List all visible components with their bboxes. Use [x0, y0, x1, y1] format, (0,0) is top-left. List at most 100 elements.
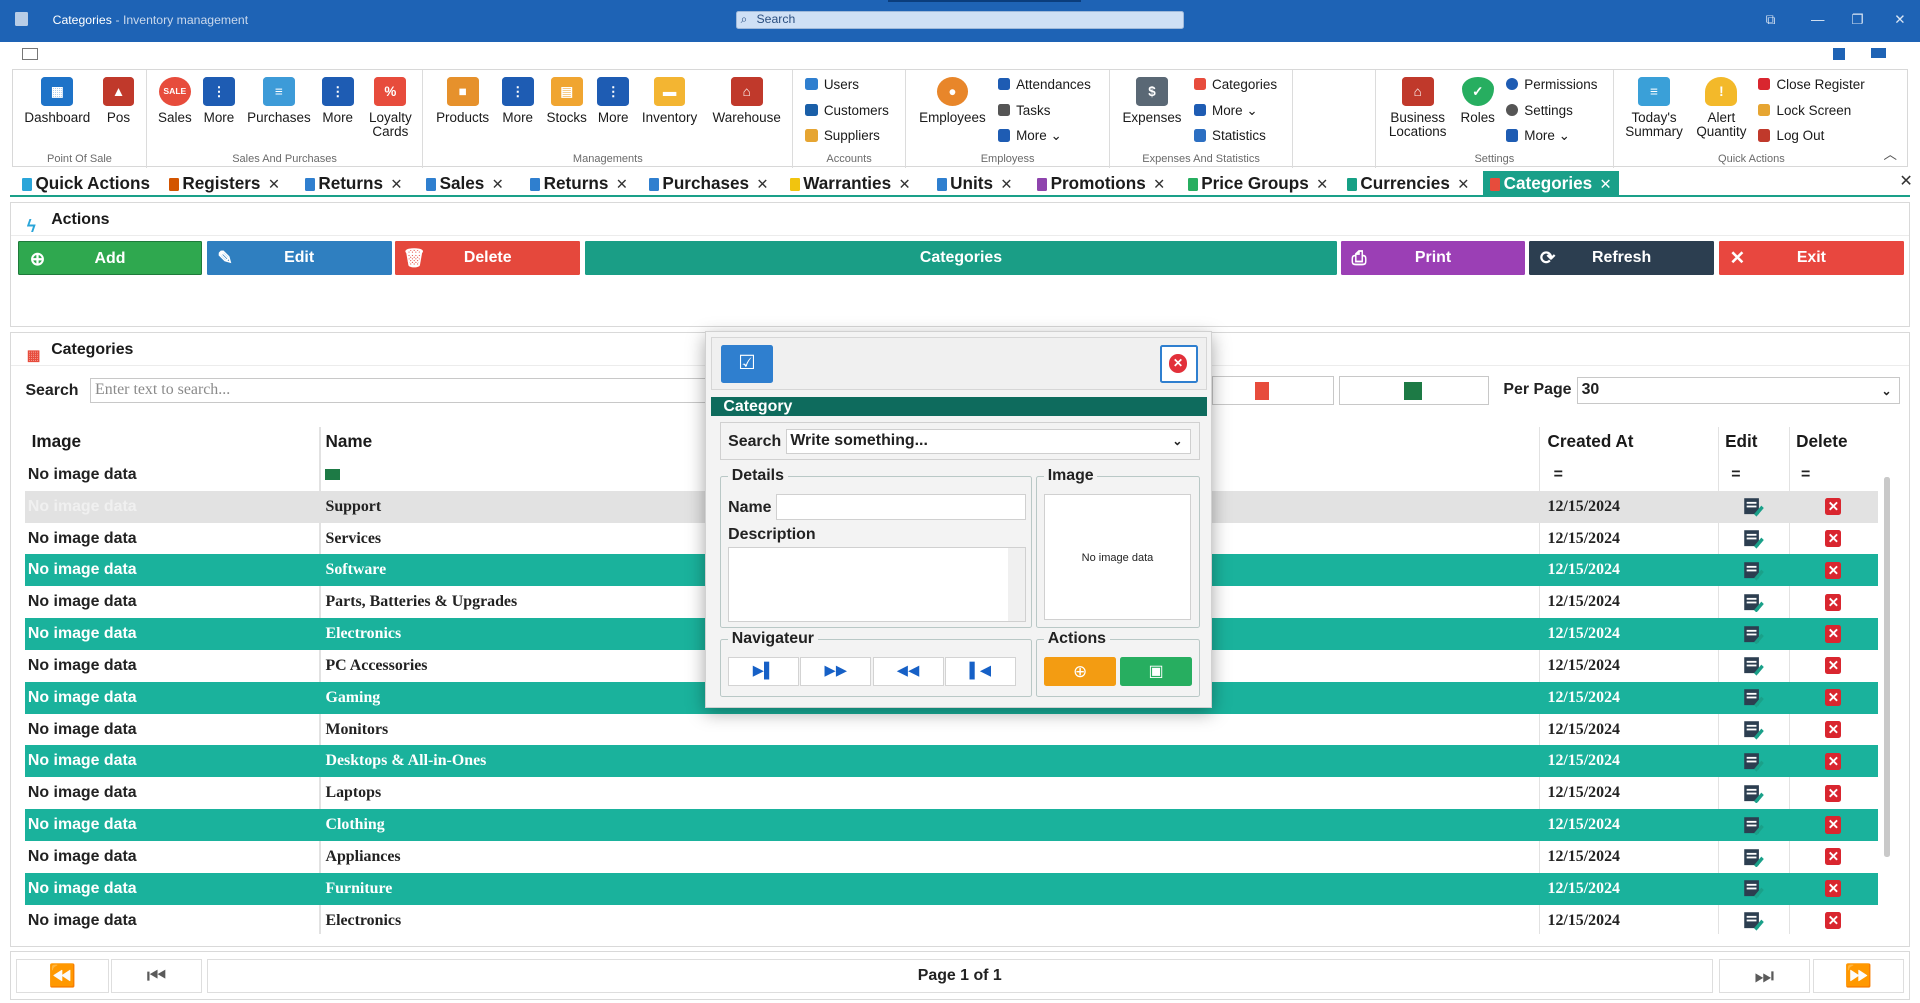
dialog-save-button[interactable]: ▣: [1119, 657, 1193, 687]
log-out-button[interactable]: Log Out: [1758, 128, 1824, 143]
pager-last-button[interactable]: ⏭: [1718, 958, 1810, 993]
expenses-more-button[interactable]: More ⌄: [1193, 103, 1258, 119]
tab-close-icon[interactable]: ✕: [1457, 177, 1469, 193]
edit-row-icon[interactable]: [1743, 879, 1765, 899]
table-row[interactable]: No image data Desktops & All-in-Ones 12/15…: [25, 745, 1879, 778]
edit-row-icon[interactable]: [1743, 688, 1765, 708]
nav-next-button[interactable]: ▶▶: [800, 657, 872, 687]
tab-promotions[interactable]: Promotions ✕: [1037, 171, 1165, 195]
table-row[interactable]: No image data Appliances 12/15/2024 ✕: [25, 841, 1878, 873]
delete-row-icon[interactable]: ✕: [1825, 689, 1842, 707]
employees-more-button[interactable]: More ⌄: [997, 128, 1062, 144]
nav-prev-button[interactable]: ◀◀: [872, 657, 944, 687]
tab-close-icon[interactable]: ✕: [616, 177, 628, 193]
delete-row-icon[interactable]: ✕: [1825, 848, 1842, 866]
tab-close-icon[interactable]: ✕: [268, 177, 280, 193]
todays-summary-button[interactable]: ≡ Today's Summary: [1621, 76, 1687, 138]
tab-categories[interactable]: Categories ✕: [1482, 171, 1620, 196]
delete-row-icon[interactable]: ✕: [1825, 720, 1842, 739]
close-all-tabs-icon[interactable]: ✕: [1899, 171, 1912, 191]
edit-row-icon[interactable]: [1743, 656, 1765, 677]
inventory-button[interactable]: ▬ Inventory: [637, 76, 703, 125]
pager-prev-page-button[interactable]: ⏪: [15, 958, 109, 993]
image-placeholder[interactable]: No image data: [1044, 494, 1191, 621]
delete-row-icon[interactable]: ✕: [1825, 880, 1842, 898]
sales-button[interactable]: SALE Sales: [156, 76, 193, 125]
app-menu-icon[interactable]: [14, 12, 29, 26]
business-locations-button[interactable]: ⌂ Business Locations: [1383, 76, 1452, 138]
products-more-button[interactable]: ⋮ More: [499, 76, 536, 125]
attendances-button[interactable]: Attendances: [997, 77, 1091, 92]
tab-quick-actions[interactable]: Quick Actions: [22, 171, 150, 195]
name-input[interactable]: [775, 494, 1026, 520]
delete-row-icon[interactable]: ✕: [1825, 816, 1842, 834]
header-created-at[interactable]: Created At: [1548, 427, 1634, 456]
tab-currencies[interactable]: Currencies ✕: [1346, 171, 1470, 195]
delete-row-icon[interactable]: ✕: [1825, 752, 1842, 770]
settings-button[interactable]: Settings: [1505, 103, 1573, 118]
pager-next-page-button[interactable]: ⏩: [1813, 958, 1904, 993]
expense-categories-button[interactable]: Categories: [1193, 77, 1277, 92]
delete-row-icon[interactable]: ✕: [1825, 593, 1842, 611]
layout-icon[interactable]: [1833, 47, 1846, 60]
dashboard-button[interactable]: ▦ Dashboard: [21, 76, 94, 125]
description-textarea[interactable]: [728, 546, 1026, 622]
roles-button[interactable]: ✓ Roles: [1457, 76, 1499, 125]
ribbon-menu-icon[interactable]: [22, 47, 38, 60]
tab-units[interactable]: Units ✕: [936, 171, 1013, 195]
edit-row-icon[interactable]: [1743, 720, 1765, 740]
edit-row-icon[interactable]: [1743, 592, 1765, 613]
tab-close-icon[interactable]: ✕: [1000, 177, 1012, 193]
suppliers-button[interactable]: Suppliers: [805, 128, 880, 143]
close-register-button[interactable]: Close Register: [1758, 77, 1865, 92]
tab-close-icon[interactable]: ✕: [898, 177, 910, 193]
table-row[interactable]: No image data Electronics 12/15/2024 ✕: [25, 905, 1878, 934]
filter-image-cell[interactable]: No image data: [28, 459, 137, 491]
filter-date-cell[interactable]: =: [1554, 459, 1563, 491]
edit-row-icon[interactable]: [1743, 497, 1765, 517]
table-row[interactable]: No image data Monitors 12/15/2024 ✕: [25, 714, 1878, 746]
sales-more-button[interactable]: ⋮ More: [201, 76, 238, 125]
restore-button[interactable]: ❐: [1851, 12, 1863, 28]
delete-row-icon[interactable]: ✕: [1825, 498, 1842, 516]
table-row[interactable]: No image data Furniture 12/15/2024 ✕: [25, 872, 1879, 905]
pager-first-button[interactable]: ⏮: [111, 958, 202, 993]
warehouse-button[interactable]: ⌂ Warehouse: [708, 76, 786, 125]
lock-screen-button[interactable]: Lock Screen: [1758, 103, 1851, 118]
refresh-button[interactable]: ⟳ Refresh: [1529, 240, 1715, 276]
table-row[interactable]: No image data Clothing 12/15/2024 ✕: [25, 809, 1879, 841]
edit-row-icon[interactable]: [1743, 847, 1765, 868]
theme-icon[interactable]: [1871, 47, 1886, 58]
users-button[interactable]: Users: [805, 77, 859, 92]
delete-button[interactable]: 🗑 Delete: [395, 240, 581, 276]
tab-purchases[interactable]: Purchases ✕: [648, 171, 769, 195]
products-button[interactable]: ■ Products: [431, 76, 495, 125]
expenses-button[interactable]: $ Expenses: [1118, 76, 1187, 125]
edit-row-icon[interactable]: [1743, 561, 1765, 581]
tab-close-icon[interactable]: ✕: [1600, 177, 1612, 193]
table-row[interactable]: No image data Laptops 12/15/2024 ✕: [25, 777, 1878, 809]
tab-registers[interactable]: Registers ✕: [168, 171, 280, 195]
print-button[interactable]: ⎙ Print: [1340, 240, 1526, 276]
edit-row-icon[interactable]: [1743, 624, 1765, 645]
customers-button[interactable]: Customers: [805, 103, 889, 118]
minimize-button[interactable]: —: [1811, 12, 1824, 27]
permissions-button[interactable]: Permissions: [1505, 77, 1598, 92]
tab-returns[interactable]: Returns ✕: [304, 171, 403, 195]
delete-row-icon[interactable]: ✕: [1825, 657, 1842, 675]
tab-close-icon[interactable]: ✕: [1316, 177, 1328, 193]
tab-close-icon[interactable]: ✕: [492, 177, 504, 193]
tasks-button[interactable]: Tasks: [997, 103, 1050, 118]
stocks-button[interactable]: ▤ Stocks: [543, 76, 590, 125]
tab-warranties[interactable]: Warranties ✕: [789, 171, 911, 195]
grid-scrollbar[interactable]: [1884, 477, 1891, 857]
statistics-button[interactable]: Statistics: [1193, 128, 1266, 143]
global-search-input[interactable]: ⌕ Search: [735, 11, 1185, 30]
pos-button[interactable]: ▲ Pos: [99, 76, 138, 125]
export-excel-button[interactable]: [1339, 375, 1489, 406]
purchases-more-button[interactable]: ⋮ More: [319, 76, 356, 125]
exit-button[interactable]: ✕ Exit: [1718, 240, 1904, 276]
delete-row-icon[interactable]: ✕: [1825, 625, 1842, 643]
loyalty-cards-button[interactable]: % Loyalty Cards: [363, 76, 417, 138]
description-scrollbar[interactable]: [1007, 547, 1025, 621]
